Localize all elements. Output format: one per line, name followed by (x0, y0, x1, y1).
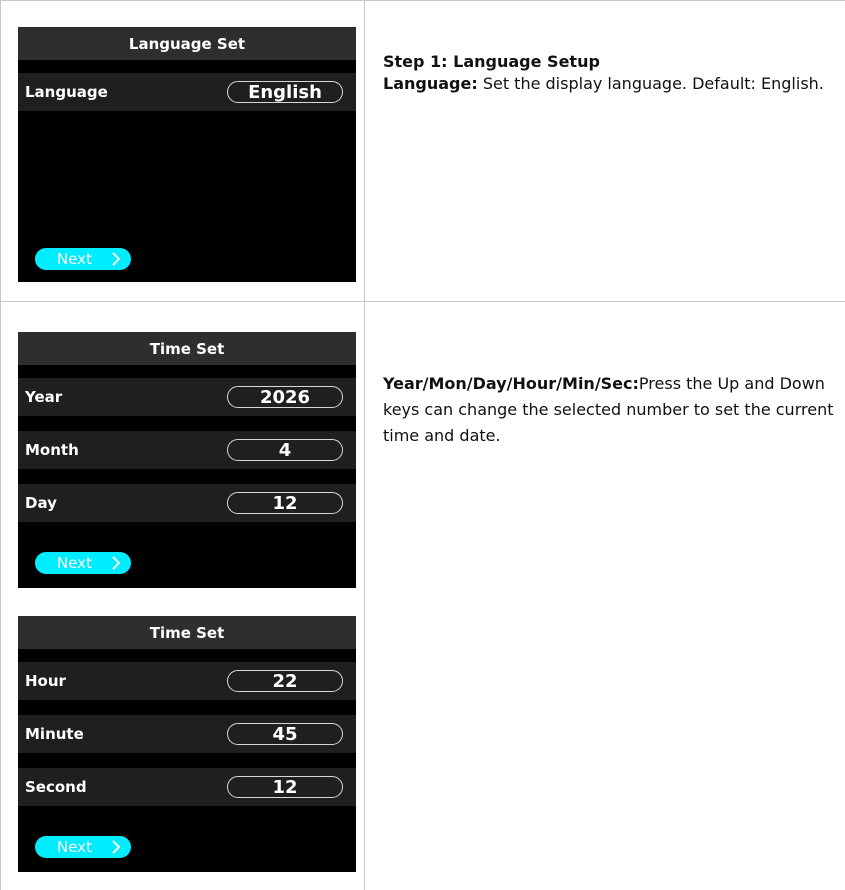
setting-row-day[interactable]: Day 12 (18, 484, 356, 522)
setting-row-month[interactable]: Month 4 (18, 431, 356, 469)
step1-heading: Step 1: Language Setup (383, 52, 600, 71)
month-value-pill[interactable]: 4 (227, 439, 343, 461)
next-button-label: Next (57, 554, 92, 572)
chevron-right-icon (111, 552, 121, 574)
language-term: Language: (383, 74, 478, 93)
setting-label: Minute (25, 725, 84, 743)
screen-title: Time Set (18, 616, 356, 649)
setting-label: Year (25, 388, 63, 406)
chevron-right-icon (111, 836, 121, 858)
next-button[interactable]: Next (35, 836, 131, 858)
screen-title-text: Time Set (149, 339, 225, 358)
setting-row-minute[interactable]: Minute 45 (18, 715, 356, 753)
setting-row-second[interactable]: Second 12 (18, 768, 356, 806)
table-border-top (0, 0, 845, 1)
next-button[interactable]: Next (35, 248, 131, 270)
time-set-time-screen: Time Set Hour 22 Minute 45 Second 12 Nex… (18, 616, 356, 872)
table-border-left (0, 0, 1, 890)
language-value-pill[interactable]: English (227, 81, 343, 103)
setting-label: Month (25, 441, 79, 459)
day-value-pill[interactable]: 12 (227, 492, 343, 514)
setting-label: Day (25, 494, 57, 512)
next-button-label: Next (57, 838, 92, 856)
screen-title: Language Set (18, 27, 356, 60)
language-set-screen: Language Set Language English Next (18, 27, 356, 282)
year-value-pill[interactable]: 2026 (227, 386, 343, 408)
table-column-divider (364, 0, 365, 890)
table-row-divider (0, 301, 845, 302)
screen-title: Time Set (18, 332, 356, 365)
setting-label: Second (25, 778, 87, 796)
time-set-date-screen: Time Set Year 2026 Month 4 Day 12 Next (18, 332, 356, 588)
language-description-text: Set the display language. Default: Engli… (477, 74, 824, 93)
setting-row-year[interactable]: Year 2026 (18, 378, 356, 416)
chevron-right-icon (111, 248, 121, 270)
next-button-label: Next (57, 250, 92, 268)
setting-row-language[interactable]: Language English (18, 73, 356, 111)
hour-value-pill[interactable]: 22 (227, 670, 343, 692)
screen-title-text: Language Set (128, 34, 246, 53)
setting-row-hour[interactable]: Hour 22 (18, 662, 356, 700)
time-fields-term: Year/Mon/Day/Hour/Min/Sec: (383, 374, 639, 393)
setting-label: Hour (25, 672, 66, 690)
step1-description: Step 1: Language Setup Language: Set the… (383, 52, 838, 97)
setting-label: Language (25, 83, 108, 101)
second-value-pill[interactable]: 12 (227, 776, 343, 798)
time-description: Year/Mon/Day/Hour/Min/Sec:Press the Up a… (383, 371, 838, 449)
minute-value-pill[interactable]: 45 (227, 723, 343, 745)
next-button[interactable]: Next (35, 552, 131, 574)
screen-title-text: Time Set (149, 623, 225, 642)
